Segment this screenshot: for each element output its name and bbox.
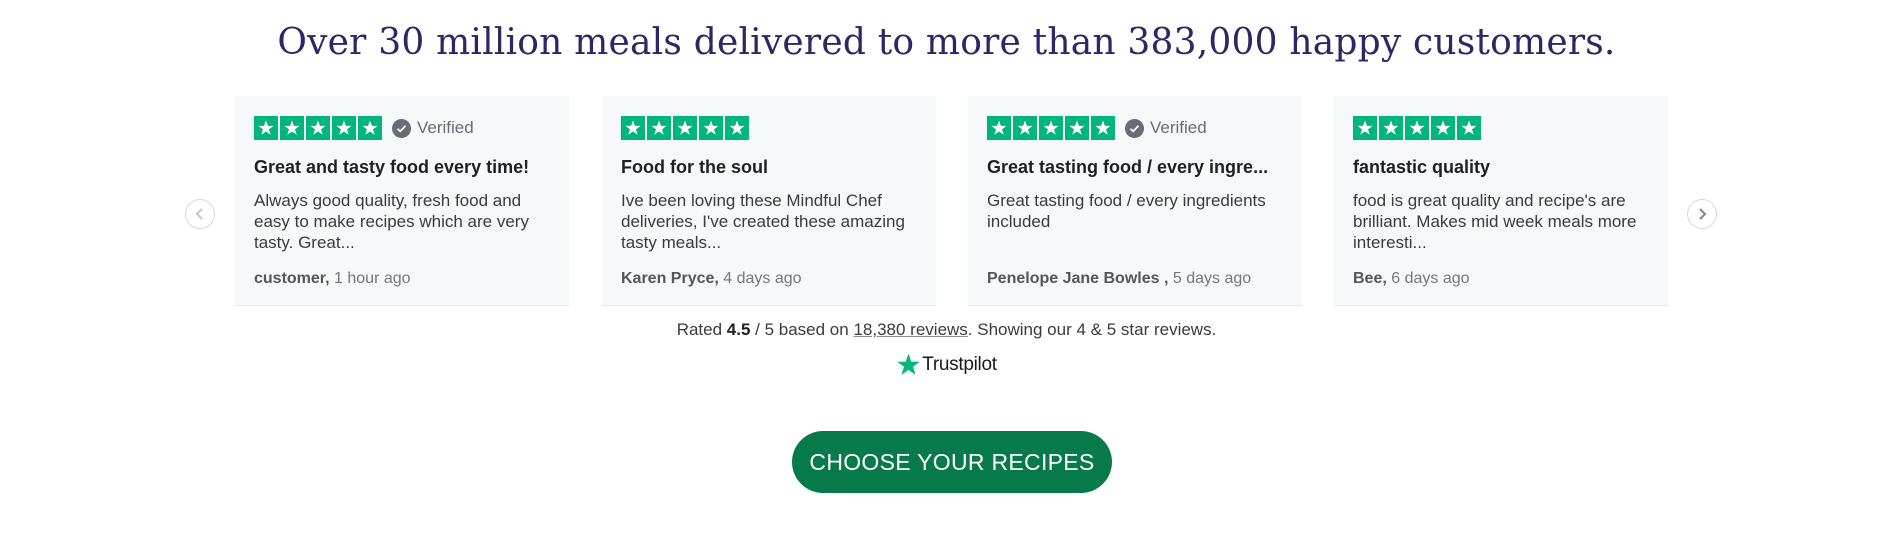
reviews-carousel: Verified Great and tasty food every time!… bbox=[0, 96, 1893, 306]
choose-recipes-button[interactable]: CHOOSE YOUR RECIPES bbox=[792, 431, 1112, 493]
review-title: Great tasting food / every ingre... bbox=[987, 157, 1269, 177]
check-circle-icon bbox=[1125, 118, 1144, 138]
rating-summary: Rated 4.5 / 5 based on 18,380 reviews. S… bbox=[0, 320, 1893, 340]
review-card[interactable]: Food for the soul Ive been loving these M… bbox=[602, 96, 936, 306]
star-icon bbox=[673, 116, 697, 140]
star-rating bbox=[254, 116, 382, 140]
star-icon bbox=[254, 116, 278, 140]
star-icon bbox=[1353, 116, 1377, 140]
star-rating bbox=[987, 116, 1115, 140]
reviews-count-link[interactable]: 18,380 reviews bbox=[853, 320, 967, 339]
review-author: Karen Pryce, bbox=[621, 270, 719, 287]
review-title: fantastic quality bbox=[1353, 157, 1491, 177]
star-icon bbox=[1065, 116, 1089, 140]
star-icon bbox=[699, 116, 723, 140]
review-meta: Penelope Jane Bowles , 5 days ago bbox=[987, 270, 1251, 288]
star-icon bbox=[332, 116, 356, 140]
review-card[interactable]: fantastic quality food is great quality a… bbox=[1334, 96, 1668, 306]
star-icon bbox=[1405, 116, 1429, 140]
review-body: Always good quality, fresh food and easy… bbox=[254, 191, 529, 252]
review-meta: customer, 1 hour ago bbox=[254, 270, 411, 288]
star-icon bbox=[358, 116, 382, 140]
review-body: Ive been loving these Mindful Chef deliv… bbox=[621, 191, 905, 252]
review-title: Food for the soul bbox=[621, 157, 768, 177]
rating-score: 4.5 bbox=[726, 320, 751, 339]
star-icon bbox=[1091, 116, 1115, 140]
check-circle-icon bbox=[392, 118, 411, 138]
review-meta: Bee, 6 days ago bbox=[1353, 270, 1470, 288]
review-author: Penelope Jane Bowles , bbox=[987, 270, 1169, 287]
verified-badge: Verified bbox=[1125, 118, 1207, 138]
star-icon bbox=[987, 116, 1011, 140]
carousel-next-button[interactable] bbox=[1687, 199, 1717, 229]
star-icon bbox=[1013, 116, 1037, 140]
star-rating bbox=[1353, 116, 1481, 140]
star-icon bbox=[621, 116, 645, 140]
verified-label: Verified bbox=[417, 118, 474, 137]
rating-prefix: Rated bbox=[676, 320, 727, 339]
trustpilot-star-icon bbox=[897, 353, 921, 375]
verified-label: Verified bbox=[1150, 118, 1207, 137]
star-icon bbox=[647, 116, 671, 140]
star-icon bbox=[306, 116, 330, 140]
carousel-prev-button[interactable] bbox=[185, 199, 215, 229]
trustpilot-logo[interactable]: Trustpilot bbox=[0, 352, 1893, 377]
review-author: customer, bbox=[254, 270, 330, 287]
rating-suffix: . Showing our 4 & 5 star reviews. bbox=[967, 320, 1217, 339]
review-author: Bee, bbox=[1353, 270, 1387, 287]
star-rating bbox=[621, 116, 749, 140]
star-icon bbox=[1039, 116, 1063, 140]
trustpilot-wordmark: Trustpilot bbox=[922, 353, 997, 375]
rating-out-of: / 5 based on bbox=[750, 320, 854, 339]
star-icon bbox=[1379, 116, 1403, 140]
review-time: 1 hour ago bbox=[329, 270, 411, 287]
review-time: 4 days ago bbox=[718, 270, 802, 287]
review-time: 5 days ago bbox=[1168, 270, 1252, 287]
star-icon bbox=[1457, 116, 1481, 140]
review-time: 6 days ago bbox=[1386, 270, 1470, 287]
review-body: Great tasting food / every ingredients i… bbox=[987, 191, 1266, 231]
review-card[interactable]: Verified Great tasting food / every ingre… bbox=[968, 96, 1302, 306]
page-headline: Over 30 million meals delivered to more … bbox=[277, 22, 1616, 63]
star-icon bbox=[280, 116, 304, 140]
verified-badge: Verified bbox=[392, 118, 474, 138]
star-icon bbox=[725, 116, 749, 140]
review-card[interactable]: Verified Great and tasty food every time!… bbox=[235, 96, 569, 306]
star-icon bbox=[1431, 116, 1455, 140]
chevron-right-icon bbox=[1699, 208, 1707, 220]
review-title: Great and tasty food every time! bbox=[254, 157, 530, 177]
review-body: food is great quality and recipe's are b… bbox=[1353, 191, 1637, 252]
review-meta: Karen Pryce, 4 days ago bbox=[621, 270, 802, 288]
chevron-left-icon bbox=[195, 208, 203, 220]
